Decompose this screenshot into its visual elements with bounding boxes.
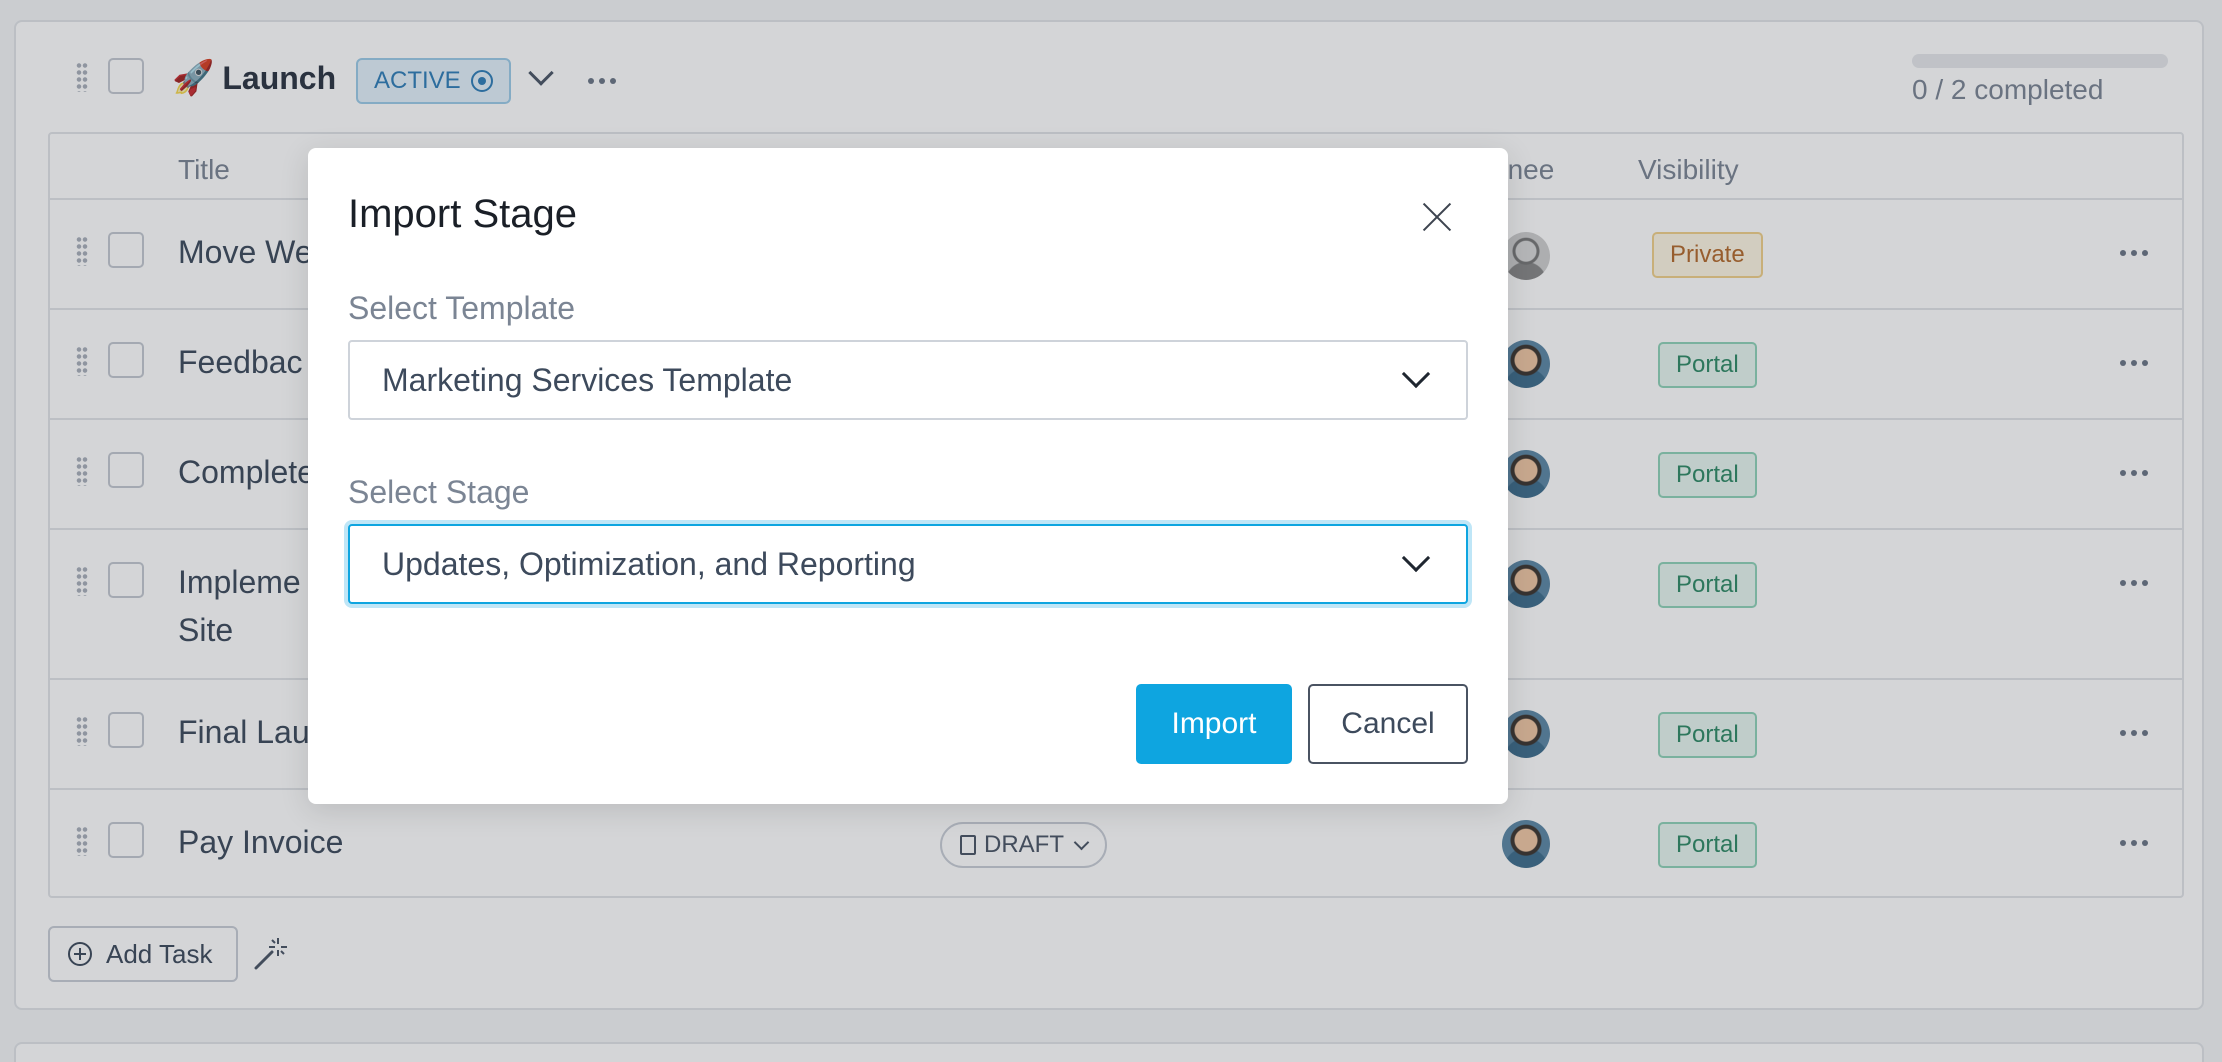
chevron-down-icon [1401,359,1431,389]
import-button[interactable]: Import [1136,684,1292,764]
select-stage-label: Select Stage [348,474,530,510]
dialog-title: Import Stage [348,192,578,236]
import-stage-dialog: Import Stage Select Template Marketing S… [308,148,1508,804]
template-select[interactable]: Marketing Services Template [348,340,1468,420]
close-icon[interactable] [1420,200,1454,234]
chevron-down-icon [1401,543,1431,573]
template-select-value: Marketing Services Template [382,361,793,398]
select-template-label: Select Template [348,290,576,326]
cancel-button[interactable]: Cancel [1308,684,1468,764]
stage-select[interactable]: Updates, Optimization, and Reporting [348,524,1468,604]
stage-select-value: Updates, Optimization, and Reporting [382,545,916,582]
